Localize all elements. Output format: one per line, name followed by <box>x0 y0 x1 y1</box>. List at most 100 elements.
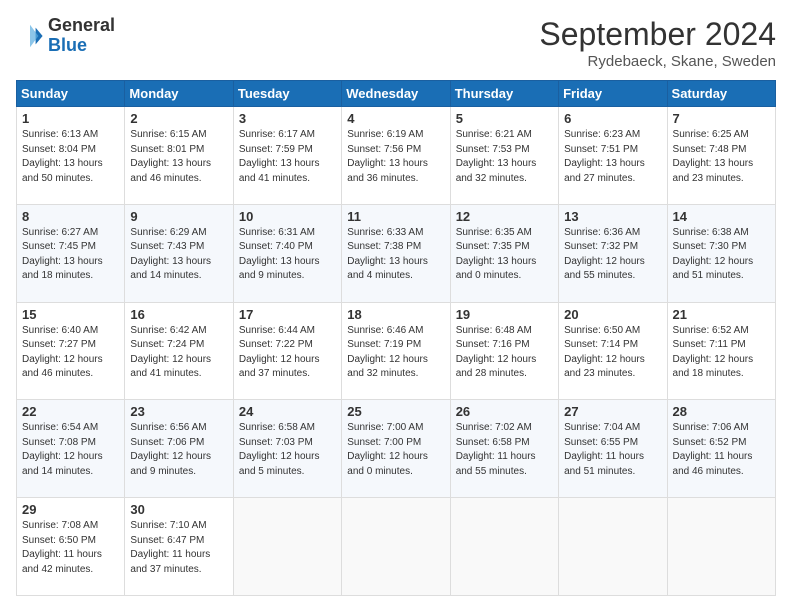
day-number: 11 <box>347 209 444 224</box>
calendar-cell: 4Sunrise: 6:19 AM Sunset: 7:56 PM Daylig… <box>342 107 450 205</box>
week-row-5: 29Sunrise: 7:08 AM Sunset: 6:50 PM Dayli… <box>17 498 776 596</box>
day-number: 16 <box>130 307 227 322</box>
day-number: 1 <box>22 111 119 126</box>
cell-info: Sunrise: 6:54 AM Sunset: 7:08 PM Dayligh… <box>22 421 119 479</box>
calendar-cell: 6 Sunrise: 6:23 AM Sunset: 7:51 PM Daylig… <box>559 107 667 205</box>
cell-info: Sunrise: 6:15 AM Sunset: 8:01 PM Dayligh… <box>130 128 227 186</box>
cell-info: Sunrise: 6:25 AM Sunset: 7:48 PM Dayligh… <box>673 128 770 186</box>
day-number: 17 <box>239 307 336 322</box>
logo-general: General <box>48 15 115 35</box>
day-number: 12 <box>456 209 553 224</box>
day-number: 15 <box>22 307 119 322</box>
calendar-cell: 27 Sunrise: 7:04 AM Sunset: 6:55 PM Dayli… <box>559 400 667 498</box>
day-number: 22 <box>22 404 119 419</box>
calendar-cell: 12 Sunrise: 6:35 AM Sunset: 7:35 PM Dayli… <box>450 204 558 302</box>
cell-info: Sunrise: 6:58 AM Sunset: 7:03 PM Dayligh… <box>239 421 336 479</box>
weekday-header-tuesday: Tuesday <box>233 81 341 107</box>
day-number: 27 <box>564 404 661 419</box>
calendar-cell: 3 Sunrise: 6:17 AM Sunset: 7:59 PM Daylig… <box>233 107 341 205</box>
calendar-cell <box>450 498 558 596</box>
day-number: 3 <box>239 111 336 126</box>
weekday-header-saturday: Saturday <box>667 81 775 107</box>
day-number: 21 <box>673 307 770 322</box>
day-number: 18 <box>347 307 444 322</box>
weekday-header-monday: Monday <box>125 81 233 107</box>
cell-info: Sunrise: 7:04 AM Sunset: 6:55 PM Dayligh… <box>564 421 661 479</box>
day-number: 25 <box>347 404 444 419</box>
day-number: 9 <box>130 209 227 224</box>
calendar-cell: 17 Sunrise: 6:44 AM Sunset: 7:22 PM Dayli… <box>233 302 341 400</box>
calendar-cell: 26Sunrise: 7:02 AM Sunset: 6:58 PM Dayli… <box>450 400 558 498</box>
cell-info: Sunrise: 6:27 AM Sunset: 7:45 PM Dayligh… <box>22 226 119 284</box>
cell-info: Sunrise: 6:56 AM Sunset: 7:06 PM Dayligh… <box>130 421 227 479</box>
cell-info: Sunrise: 6:44 AM Sunset: 7:22 PM Dayligh… <box>239 324 336 382</box>
cell-info: Sunrise: 6:13 AM Sunset: 8:04 PM Dayligh… <box>22 128 119 186</box>
day-number: 13 <box>564 209 661 224</box>
calendar-cell: 2 Sunrise: 6:15 AM Sunset: 8:01 PM Daylig… <box>125 107 233 205</box>
day-number: 6 <box>564 111 661 126</box>
weekday-header-wednesday: Wednesday <box>342 81 450 107</box>
cell-info: Sunrise: 6:35 AM Sunset: 7:35 PM Dayligh… <box>456 226 553 284</box>
calendar-cell <box>559 498 667 596</box>
logo-icon <box>16 22 44 50</box>
weekday-header-sunday: Sunday <box>17 81 125 107</box>
cell-info: Sunrise: 6:19 AM Sunset: 7:56 PM Dayligh… <box>347 128 444 186</box>
weekday-header-friday: Friday <box>559 81 667 107</box>
day-number: 28 <box>673 404 770 419</box>
calendar-cell: 8Sunrise: 6:27 AM Sunset: 7:45 PM Daylig… <box>17 204 125 302</box>
weekday-header-thursday: Thursday <box>450 81 558 107</box>
calendar-cell: 24 Sunrise: 6:58 AM Sunset: 7:03 PM Dayli… <box>233 400 341 498</box>
calendar-table: SundayMondayTuesdayWednesdayThursdayFrid… <box>16 80 776 596</box>
calendar-cell: 15 Sunrise: 6:40 AM Sunset: 7:27 PM Dayli… <box>17 302 125 400</box>
calendar-cell <box>667 498 775 596</box>
calendar-cell: 1 Sunrise: 6:13 AM Sunset: 8:04 PM Daylig… <box>17 107 125 205</box>
day-number: 29 <box>22 502 119 517</box>
cell-info: Sunrise: 6:17 AM Sunset: 7:59 PM Dayligh… <box>239 128 336 186</box>
day-number: 24 <box>239 404 336 419</box>
day-number: 20 <box>564 307 661 322</box>
weekday-header-row: SundayMondayTuesdayWednesdayThursdayFrid… <box>17 81 776 107</box>
header: General Blue September 2024 Rydebaeck, S… <box>16 16 776 70</box>
cell-info: Sunrise: 6:21 AM Sunset: 7:53 PM Dayligh… <box>456 128 553 186</box>
cell-info: Sunrise: 6:31 AM Sunset: 7:40 PM Dayligh… <box>239 226 336 284</box>
calendar-cell: 25Sunrise: 7:00 AM Sunset: 7:00 PM Dayli… <box>342 400 450 498</box>
cell-info: Sunrise: 6:48 AM Sunset: 7:16 PM Dayligh… <box>456 324 553 382</box>
calendar-cell: 16 Sunrise: 6:42 AM Sunset: 7:24 PM Dayli… <box>125 302 233 400</box>
day-number: 23 <box>130 404 227 419</box>
calendar-cell: 18 Sunrise: 6:46 AM Sunset: 7:19 PM Dayli… <box>342 302 450 400</box>
month-title: September 2024 <box>539 16 776 53</box>
calendar-cell: 29Sunrise: 7:08 AM Sunset: 6:50 PM Dayli… <box>17 498 125 596</box>
cell-info: Sunrise: 6:23 AM Sunset: 7:51 PM Dayligh… <box>564 128 661 186</box>
day-number: 10 <box>239 209 336 224</box>
cell-info: Sunrise: 6:42 AM Sunset: 7:24 PM Dayligh… <box>130 324 227 382</box>
cell-info: Sunrise: 6:29 AM Sunset: 7:43 PM Dayligh… <box>130 226 227 284</box>
title-block: September 2024 Rydebaeck, Skane, Sweden <box>539 16 776 70</box>
calendar-cell: 5Sunrise: 6:21 AM Sunset: 7:53 PM Daylig… <box>450 107 558 205</box>
calendar-cell: 10 Sunrise: 6:31 AM Sunset: 7:40 PM Dayli… <box>233 204 341 302</box>
week-row-1: 1 Sunrise: 6:13 AM Sunset: 8:04 PM Daylig… <box>17 107 776 205</box>
cell-info: Sunrise: 6:40 AM Sunset: 7:27 PM Dayligh… <box>22 324 119 382</box>
cell-info: Sunrise: 6:38 AM Sunset: 7:30 PM Dayligh… <box>673 226 770 284</box>
calendar-cell: 19 Sunrise: 6:48 AM Sunset: 7:16 PM Dayli… <box>450 302 558 400</box>
day-number: 19 <box>456 307 553 322</box>
calendar-cell: 28 Sunrise: 7:06 AM Sunset: 6:52 PM Dayli… <box>667 400 775 498</box>
calendar-cell: 20Sunrise: 6:50 AM Sunset: 7:14 PM Dayli… <box>559 302 667 400</box>
calendar-cell: 11Sunrise: 6:33 AM Sunset: 7:38 PM Dayli… <box>342 204 450 302</box>
calendar-cell <box>233 498 341 596</box>
week-row-4: 22 Sunrise: 6:54 AM Sunset: 7:08 PM Dayli… <box>17 400 776 498</box>
cell-info: Sunrise: 6:52 AM Sunset: 7:11 PM Dayligh… <box>673 324 770 382</box>
cell-info: Sunrise: 6:46 AM Sunset: 7:19 PM Dayligh… <box>347 324 444 382</box>
week-row-3: 15 Sunrise: 6:40 AM Sunset: 7:27 PM Dayli… <box>17 302 776 400</box>
day-number: 7 <box>673 111 770 126</box>
location: Rydebaeck, Skane, Sweden <box>539 53 776 70</box>
day-number: 14 <box>673 209 770 224</box>
calendar-cell: 9 Sunrise: 6:29 AM Sunset: 7:43 PM Daylig… <box>125 204 233 302</box>
calendar-cell: 30Sunrise: 7:10 AM Sunset: 6:47 PM Dayli… <box>125 498 233 596</box>
week-row-2: 8Sunrise: 6:27 AM Sunset: 7:45 PM Daylig… <box>17 204 776 302</box>
page: General Blue September 2024 Rydebaeck, S… <box>0 0 792 612</box>
calendar-cell: 23 Sunrise: 6:56 AM Sunset: 7:06 PM Dayli… <box>125 400 233 498</box>
calendar-cell: 7 Sunrise: 6:25 AM Sunset: 7:48 PM Daylig… <box>667 107 775 205</box>
day-number: 2 <box>130 111 227 126</box>
cell-info: Sunrise: 7:06 AM Sunset: 6:52 PM Dayligh… <box>673 421 770 479</box>
calendar-cell: 13Sunrise: 6:36 AM Sunset: 7:32 PM Dayli… <box>559 204 667 302</box>
